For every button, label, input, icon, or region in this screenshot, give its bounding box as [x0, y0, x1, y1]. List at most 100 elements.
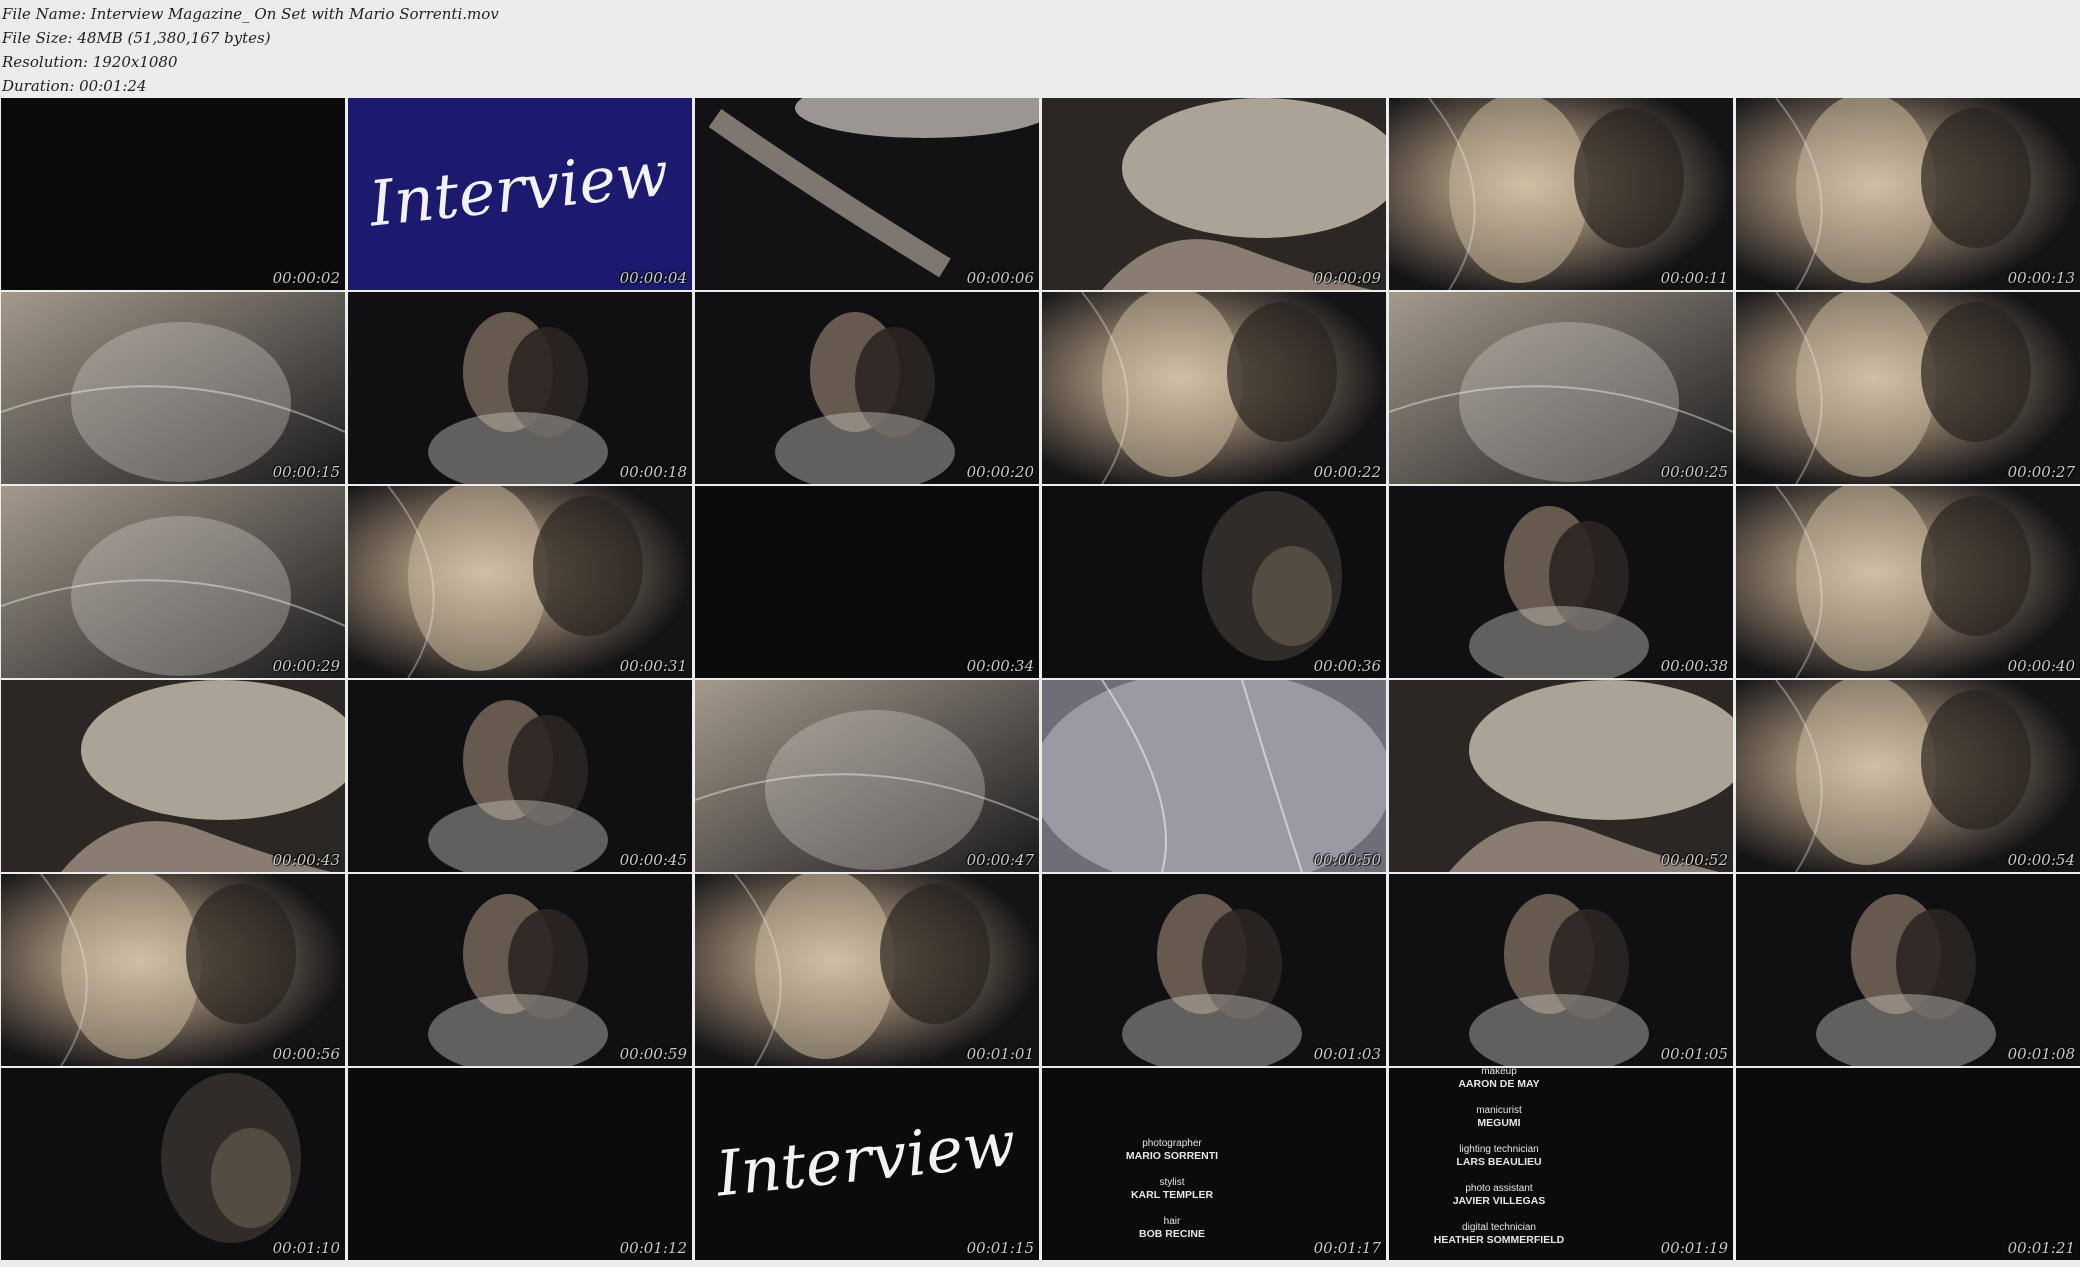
thumbnail-image: [348, 680, 692, 872]
credit-role: hair: [1163, 1216, 1181, 1227]
video-thumbnail: 00:01:01: [695, 874, 1039, 1066]
timestamp-label: 00:00:38: [1660, 657, 1728, 675]
thumbnail-image: [695, 680, 1039, 872]
video-thumbnail: Interview 00:00:04: [348, 98, 692, 290]
video-thumbnail: 00:00:36: [1042, 486, 1386, 678]
video-thumbnail: 00:00:15: [1, 292, 345, 484]
thumbnail-image: [1736, 874, 2080, 1066]
timestamp-label: 00:00:47: [966, 851, 1034, 869]
interview-logo: Interview: [365, 137, 672, 241]
thumbnail-image: [348, 874, 692, 1066]
credit-role: stylist: [1159, 1177, 1185, 1188]
timestamp-label: 00:00:36: [1313, 657, 1381, 675]
video-thumbnail: makeup AARON DE MAY manicurist MEGUMI lighti…: [1389, 1068, 1733, 1260]
thumbnail-image: [695, 98, 1039, 290]
timestamp-label: 00:01:21: [2007, 1239, 2075, 1257]
video-thumbnail: 00:00:18: [348, 292, 692, 484]
thumbnail-image: [1042, 680, 1386, 872]
video-thumbnail: 00:00:02: [1, 98, 345, 290]
resolution-text: Resolution: 1920x1080: [2, 53, 178, 71]
video-thumbnail: 00:01:03: [1042, 874, 1386, 1066]
video-thumbnail: 00:00:27: [1736, 292, 2080, 484]
timestamp-label: 00:00:52: [1660, 851, 1728, 869]
timestamp-label: 00:01:05: [1660, 1045, 1728, 1063]
timestamp-label: 00:00:31: [619, 657, 687, 675]
thumbnail-image: [1389, 98, 1733, 290]
timestamp-label: 00:01:01: [966, 1045, 1034, 1063]
thumbnail-image: [1, 874, 345, 1066]
thumbnail-image: [1, 680, 345, 872]
credit-name: BOB RECINE: [1139, 1228, 1205, 1240]
video-thumbnail: 00:00:52: [1389, 680, 1733, 872]
timestamp-label: 00:00:04: [619, 269, 687, 287]
timestamp-label: 00:00:50: [1313, 851, 1381, 869]
timestamp-label: 00:00:18: [619, 463, 687, 481]
thumbnail-image: [1736, 486, 2080, 678]
credit-name: LARS BEAULIEU: [1456, 1156, 1542, 1168]
timestamp-label: 00:00:09: [1313, 269, 1381, 287]
thumbnail-image: [1389, 292, 1733, 484]
file-size-text: File Size: 48MB (51,380,167 bytes): [2, 29, 271, 47]
timestamp-label: 00:00:22: [1313, 463, 1381, 481]
thumbnail-image: [1736, 680, 2080, 872]
credit-name: MEGUMI: [1477, 1117, 1521, 1129]
video-thumbnail: photographer MARIO SORRENTI stylist KARL TE…: [1042, 1068, 1386, 1260]
timestamp-label: 00:01:12: [619, 1239, 687, 1257]
video-thumbnail: 00:00:34: [695, 486, 1039, 678]
thumbnail-image: [1, 1068, 345, 1260]
video-thumbnail: 00:01:08: [1736, 874, 2080, 1066]
video-thumbnail: 00:01:21: [1736, 1068, 2080, 1260]
interview-logo: Interview: [712, 1107, 1019, 1211]
timestamp-label: 00:00:11: [1660, 269, 1728, 287]
thumbnail-image: [1389, 486, 1733, 678]
video-thumbnail: 00:00:54: [1736, 680, 2080, 872]
thumbnail-image: [1042, 98, 1386, 290]
video-thumbnail: 00:00:09: [1042, 98, 1386, 290]
timestamp-label: 00:01:19: [1660, 1239, 1728, 1257]
video-thumbnail: 00:00:13: [1736, 98, 2080, 290]
video-thumbnail: 00:00:59: [348, 874, 692, 1066]
file-info-header: File Name: Interview Magazine_ On Set wi…: [2, 2, 702, 98]
timestamp-label: 00:00:54: [2007, 851, 2075, 869]
credit-role: photographer: [1142, 1138, 1202, 1149]
timestamp-label: 00:00:25: [1660, 463, 1728, 481]
credit-role: manicurist: [1476, 1105, 1522, 1116]
video-thumbnail: 00:00:56: [1, 874, 345, 1066]
timestamp-label: 00:01:10: [272, 1239, 340, 1257]
credit-name: AARON DE MAY: [1458, 1078, 1540, 1090]
thumbnail-image: [1042, 486, 1386, 678]
timestamp-label: 00:00:27: [2007, 463, 2075, 481]
thumbnail-image: [695, 292, 1039, 484]
credits-block: makeup AARON DE MAY manicurist MEGUMI lighti…: [1409, 1068, 1589, 1260]
credits-block: photographer MARIO SORRENTI stylist KARL TE…: [1082, 1138, 1262, 1255]
thumbnail-image: [1736, 98, 2080, 290]
timestamp-label: 00:00:34: [966, 657, 1034, 675]
thumbnail-image: [1389, 874, 1733, 1066]
video-thumbnail: 00:00:45: [348, 680, 692, 872]
video-thumbnail: 00:00:20: [695, 292, 1039, 484]
timestamp-label: 00:00:06: [966, 269, 1034, 287]
video-thumbnail: 00:00:06: [695, 98, 1039, 290]
timestamp-label: 00:00:56: [272, 1045, 340, 1063]
video-thumbnail: 00:00:25: [1389, 292, 1733, 484]
credit-role: photo assistant: [1465, 1183, 1533, 1194]
svg-text:Interview: Interview: [712, 1107, 1019, 1211]
timestamp-label: 00:00:15: [272, 463, 340, 481]
duration-text: Duration: 00:01:24: [2, 77, 147, 95]
video-thumbnail: 00:00:40: [1736, 486, 2080, 678]
video-thumbnail: 00:00:47: [695, 680, 1039, 872]
timestamp-label: 00:00:02: [272, 269, 340, 287]
video-thumbnail: Interview 00:01:15: [695, 1068, 1039, 1260]
credit-name: MARIO SORRENTI: [1125, 1150, 1219, 1162]
thumbnail-image: [1042, 292, 1386, 484]
file-name-text: File Name: Interview Magazine_ On Set wi…: [2, 5, 499, 23]
video-thumbnail: 00:00:29: [1, 486, 345, 678]
video-thumbnail: 00:01:05: [1389, 874, 1733, 1066]
timestamp-label: 00:00:59: [619, 1045, 687, 1063]
timestamp-label: 00:00:45: [619, 851, 687, 869]
timestamp-label: 00:01:08: [2007, 1045, 2075, 1063]
credit-role: digital technician: [1462, 1222, 1536, 1233]
video-thumbnail: 00:00:38: [1389, 486, 1733, 678]
video-thumbnail: 00:01:10: [1, 1068, 345, 1260]
thumbnail-image: [695, 874, 1039, 1066]
